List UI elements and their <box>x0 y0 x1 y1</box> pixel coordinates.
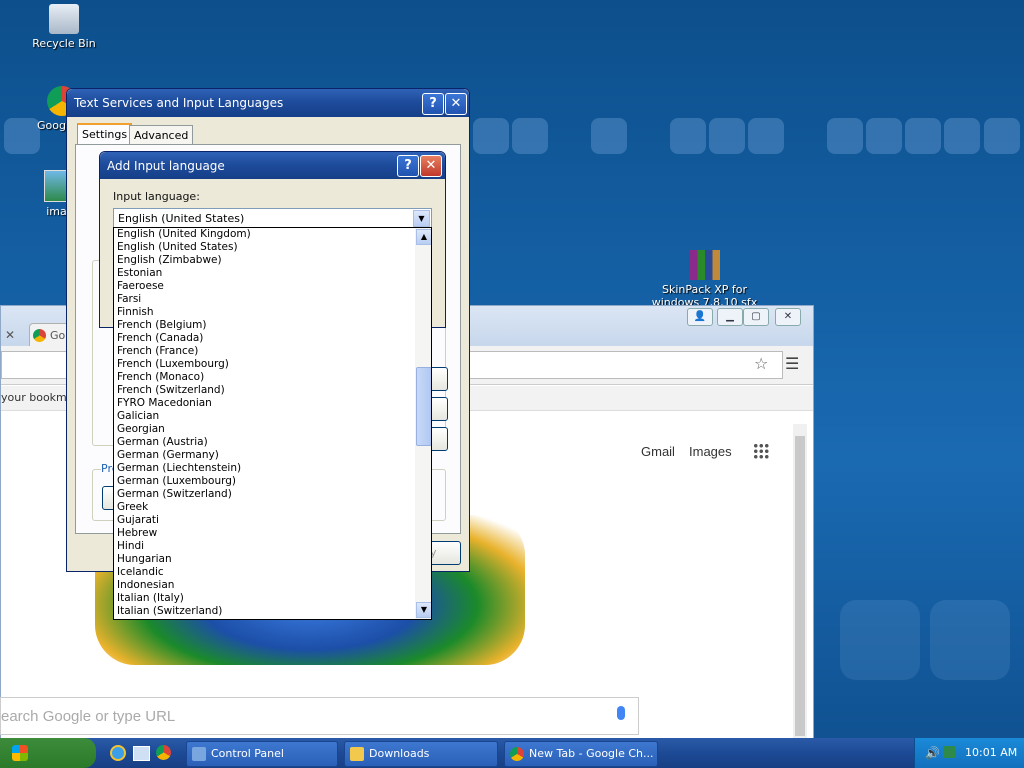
tab-advanced[interactable]: Advanced <box>129 125 194 145</box>
language-option[interactable]: English (United States) <box>114 241 414 254</box>
language-option[interactable]: FYRO Macedonian <box>114 397 414 410</box>
language-option[interactable]: Hungarian <box>114 553 414 566</box>
help-button[interactable]: ? <box>397 155 419 177</box>
desktop-icon-label: SkinPack XP for windows 7,8,10 sfx <box>651 283 758 306</box>
selected-language: English (United States) <box>118 212 245 225</box>
language-option[interactable]: Italian (Italy) <box>114 592 414 605</box>
input-language-label: Input language: <box>113 190 200 203</box>
chevron-down-icon[interactable]: ▼ <box>416 602 431 618</box>
language-option[interactable]: German (Austria) <box>114 436 414 449</box>
input-language-select[interactable]: English (United States) ▼ <box>113 208 432 229</box>
minimize-button[interactable]: ▁ <box>717 308 743 326</box>
language-dropdown-list[interactable]: English (United Kingdom) English (United… <box>113 227 432 620</box>
winrar-archive-icon <box>689 250 720 280</box>
page-scrollbar[interactable] <box>793 424 807 739</box>
chrome-tab[interactable]: Go <box>29 323 71 348</box>
close-button[interactable]: ✕ <box>445 93 467 115</box>
close-button[interactable]: ✕ <box>420 155 442 177</box>
language-option[interactable]: German (Liechtenstein) <box>114 462 414 475</box>
language-option[interactable]: Indonesian <box>114 579 414 592</box>
windows-logo-icon <box>12 745 28 761</box>
dialog-titlebar: Text Services and Input Languages ? ✕ <box>67 89 469 117</box>
taskbar-item-downloads[interactable]: Downloads <box>344 741 498 767</box>
menu-icon[interactable]: ☰ <box>785 354 799 373</box>
language-option[interactable]: German (Germany) <box>114 449 414 462</box>
star-icon[interactable]: ☆ <box>754 354 768 373</box>
language-option[interactable]: English (United Kingdom) <box>114 228 414 241</box>
language-option[interactable]: French (Switzerland) <box>114 384 414 397</box>
chrome-icon[interactable] <box>156 745 171 760</box>
chevron-up-icon[interactable]: ▲ <box>416 229 431 245</box>
chrome-icon <box>33 329 46 342</box>
language-option[interactable]: French (Monaco) <box>114 371 414 384</box>
start-button[interactable] <box>0 738 96 768</box>
language-option[interactable]: Hebrew <box>114 527 414 540</box>
desktop-icon-label: Recycle Bin <box>32 37 96 50</box>
chevron-down-icon[interactable]: ▼ <box>413 210 430 227</box>
language-options: English (United Kingdom) English (United… <box>114 228 414 618</box>
search-placeholder: earch Google or type URL <box>1 708 176 725</box>
taskbar-item-control-panel[interactable]: Control Panel <box>186 741 338 767</box>
language-option[interactable]: Hindi <box>114 540 414 553</box>
volume-icon[interactable]: 🔊 <box>925 746 940 760</box>
language-option[interactable]: Finnish <box>114 306 414 319</box>
language-option[interactable]: Gujarati <box>114 514 414 527</box>
show-desktop-icon[interactable] <box>133 746 150 761</box>
language-option[interactable]: French (Belgium) <box>114 319 414 332</box>
taskbar-item-label: New Tab - Google Ch... <box>529 747 654 760</box>
dialog-title: Text Services and Input Languages <box>74 96 284 110</box>
tab-title: Go <box>50 329 66 342</box>
language-option[interactable]: Faeroese <box>114 280 414 293</box>
language-option[interactable]: English (Zimbabwe) <box>114 254 414 267</box>
dialog-titlebar: Add Input language ? ✕ <box>100 152 445 179</box>
help-button[interactable]: ? <box>422 93 444 115</box>
language-option[interactable]: French (Canada) <box>114 332 414 345</box>
language-option[interactable]: Greek <box>114 501 414 514</box>
control-panel-icon <box>192 747 206 761</box>
desktop-icon-skinpack[interactable]: SkinPack XP for windows 7,8,10 sfx <box>642 250 767 306</box>
language-option[interactable]: Icelandic <box>114 566 414 579</box>
taskbar-item-chrome[interactable]: New Tab - Google Ch... <box>504 741 658 767</box>
language-option[interactable]: Georgian <box>114 423 414 436</box>
close-button[interactable]: ✕ <box>775 308 801 326</box>
system-tray: 🔊 10:01 AM <box>914 738 1024 768</box>
clock[interactable]: 10:01 AM <box>965 746 1017 759</box>
scrollbar-thumb[interactable] <box>416 367 431 446</box>
language-option[interactable]: German (Switzerland) <box>114 488 414 501</box>
internet-explorer-icon[interactable] <box>110 745 126 761</box>
images-link[interactable]: Images <box>689 444 732 459</box>
taskbar: Control Panel Downloads New Tab - Google… <box>0 738 1024 768</box>
taskbar-item-label: Downloads <box>369 747 430 760</box>
close-tab-icon[interactable]: ✕ <box>5 328 15 342</box>
language-option[interactable]: French (Luxembourg) <box>114 358 414 371</box>
list-scrollbar[interactable]: ▲ ▼ <box>415 228 431 619</box>
network-icon[interactable] <box>943 746 955 758</box>
recycle-bin-icon <box>49 4 79 34</box>
language-option[interactable]: German (Luxembourg) <box>114 475 414 488</box>
apps-grid-icon[interactable] <box>753 443 769 459</box>
maximize-button[interactable]: ▢ <box>743 308 769 326</box>
language-option[interactable]: French (France) <box>114 345 414 358</box>
gmail-link[interactable]: Gmail <box>641 444 675 459</box>
language-option[interactable]: Italian (Switzerland) <box>114 605 414 618</box>
chrome-icon <box>510 747 524 761</box>
scrollbar-thumb[interactable] <box>795 436 805 736</box>
dialog-title: Add Input language <box>107 159 225 173</box>
taskbar-item-label: Control Panel <box>211 747 284 760</box>
tab-settings[interactable]: Settings <box>77 123 133 146</box>
language-option[interactable]: Estonian <box>114 267 414 280</box>
profile-button[interactable]: 👤 <box>687 308 713 326</box>
language-option[interactable]: Galician <box>114 410 414 423</box>
folder-icon <box>350 747 364 761</box>
search-box[interactable]: earch Google or type URL <box>0 697 639 735</box>
desktop-icon-recycle-bin[interactable]: Recycle Bin <box>24 4 104 50</box>
language-option[interactable]: Farsi <box>114 293 414 306</box>
microphone-icon[interactable] <box>617 706 625 720</box>
